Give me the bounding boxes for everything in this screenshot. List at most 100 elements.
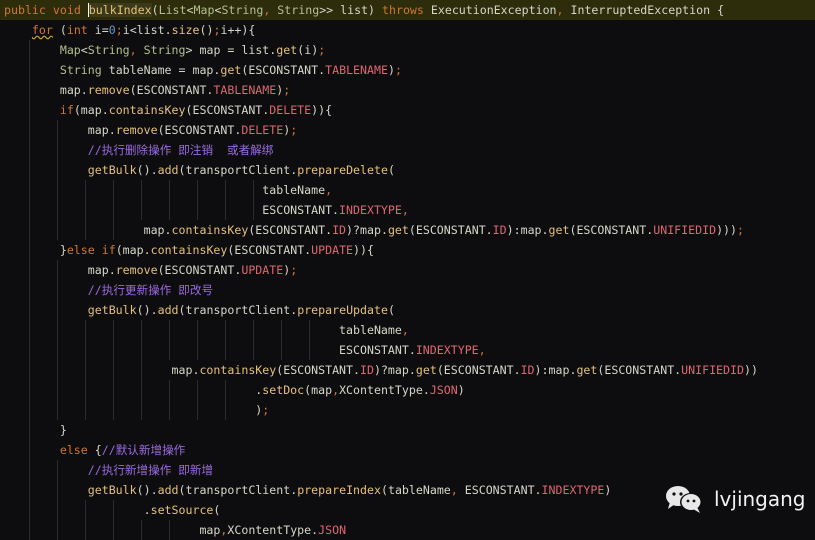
code-line[interactable]: map.containsKey(ESCONSTANT.ID)?map.get(E…: [0, 220, 815, 240]
indent-guide: [29, 300, 30, 320]
code-line[interactable]: map.remove(ESCONSTANT.DELETE);: [0, 120, 815, 140]
code-line[interactable]: map.containsKey(ESCONSTANT.ID)?map.get(E…: [0, 360, 815, 380]
indent-guide: [85, 380, 86, 400]
indent-guide: [113, 180, 114, 200]
indent-guide: [85, 500, 86, 520]
indent-guide: [113, 220, 114, 240]
indent-guide: [85, 400, 86, 420]
indent-guide: [57, 140, 58, 160]
indent-guide: [113, 320, 114, 340]
indent-guide: [169, 320, 170, 340]
code-line[interactable]: tableName,: [0, 320, 815, 340]
indent-guide: [253, 340, 254, 360]
indent-guide: [141, 380, 142, 400]
indent-guide: [85, 320, 86, 340]
indent-guide: [253, 180, 254, 200]
indent-guide: [225, 200, 226, 220]
indent-guide: [57, 460, 58, 480]
indent-guide: [29, 280, 30, 300]
indent-guide: [141, 180, 142, 200]
indent-guide: [141, 520, 142, 540]
code-line[interactable]: map,XContentType.JSON: [0, 520, 815, 540]
indent-guide: [197, 400, 198, 420]
indent-guide: [29, 320, 30, 340]
indent-guide: [57, 500, 58, 520]
indent-guide: [57, 520, 58, 540]
code-line[interactable]: map.remove(ESCONSTANT.UPDATE);: [0, 260, 815, 280]
indent-guide: [197, 320, 198, 340]
code-line[interactable]: Map<String, String> map = list.get(i);: [0, 40, 815, 60]
indent-guide: [253, 200, 254, 220]
code-line[interactable]: for (int i=0;i<list.size();i++){: [0, 20, 815, 40]
indent-guide: [225, 340, 226, 360]
indent-guide: [29, 400, 30, 420]
code-line[interactable]: ESCONSTANT.INDEXTYPE,: [0, 200, 815, 220]
indent-guide: [29, 340, 30, 360]
indent-guide: [169, 380, 170, 400]
code-line[interactable]: //执行删除操作 即注销 或者解绑: [0, 140, 815, 160]
code-line[interactable]: }: [0, 420, 815, 440]
indent-guide: [57, 220, 58, 240]
code-comment: //执行更新操作 即改号: [87, 283, 214, 297]
indent-guide: [85, 360, 86, 380]
indent-guide: [225, 400, 226, 420]
indent-guide: [57, 300, 58, 320]
indent-guide: [85, 520, 86, 540]
code-editor[interactable]: public void bulkIndex(List<Map<String, S…: [0, 0, 815, 540]
indent-guide: [57, 320, 58, 340]
indent-guide: [309, 320, 310, 340]
indent-guide: [309, 340, 310, 360]
indent-guide: [113, 200, 114, 220]
indent-guide: [113, 520, 114, 540]
indent-guide: [29, 520, 30, 540]
code-comment: //执行新增操作 即新增: [87, 463, 214, 477]
indent-guide: [57, 380, 58, 400]
code-line[interactable]: if(map.containsKey(ESCONSTANT.DELETE)){: [0, 100, 815, 120]
code-line[interactable]: ESCONSTANT.INDEXTYPE,: [0, 340, 815, 360]
indent-guide: [169, 400, 170, 420]
indent-guide: [57, 340, 58, 360]
code-line[interactable]: public void bulkIndex(List<Map<String, S…: [0, 0, 815, 20]
indent-guide: [113, 380, 114, 400]
indent-guide: [57, 480, 58, 500]
indent-guide: [29, 360, 30, 380]
watermark: lvjingang: [664, 484, 806, 514]
indent-guide: [281, 340, 282, 360]
indent-guide: [29, 120, 30, 140]
code-line[interactable]: getBulk().add(transportClient.prepareUpd…: [0, 300, 815, 320]
indent-guide: [197, 380, 198, 400]
indent-guide: [85, 180, 86, 200]
indent-guide: [113, 360, 114, 380]
indent-guide: [29, 260, 30, 280]
code-line[interactable]: }else if(map.containsKey(ESCONSTANT.UPDA…: [0, 240, 815, 260]
indent-guide: [57, 400, 58, 420]
code-line[interactable]: getBulk().add(transportClient.prepareDel…: [0, 160, 815, 180]
indent-guide: [29, 380, 30, 400]
indent-guide: [197, 200, 198, 220]
code-line[interactable]: String tableName = map.get(ESCONSTANT.TA…: [0, 60, 815, 80]
indent-guide: [85, 340, 86, 360]
code-line[interactable]: //执行更新操作 即改号: [0, 280, 815, 300]
indent-guide: [85, 220, 86, 240]
indent-guide: [169, 200, 170, 220]
code-line[interactable]: //执行新增操作 即新增: [0, 460, 815, 480]
indent-guide: [29, 60, 30, 80]
indent-guide: [141, 400, 142, 420]
indent-guide: [197, 340, 198, 360]
indent-guide: [85, 200, 86, 220]
indent-guide: [141, 340, 142, 360]
indent-guide: [29, 160, 30, 180]
code-line[interactable]: else {//默认新增操作: [0, 440, 815, 460]
indent-guide: [29, 500, 30, 520]
indent-guide: [57, 180, 58, 200]
indent-guide: [169, 180, 170, 200]
code-line[interactable]: );: [0, 400, 815, 420]
indent-guide: [141, 360, 142, 380]
code-line[interactable]: .setDoc(map,XContentType.JSON): [0, 380, 815, 400]
indent-guide: [29, 240, 30, 260]
indent-guide: [29, 480, 30, 500]
indent-guide: [197, 180, 198, 200]
indent-guide: [57, 260, 58, 280]
code-line[interactable]: map.remove(ESCONSTANT.TABLENAME);: [0, 80, 815, 100]
code-line[interactable]: tableName,: [0, 180, 815, 200]
